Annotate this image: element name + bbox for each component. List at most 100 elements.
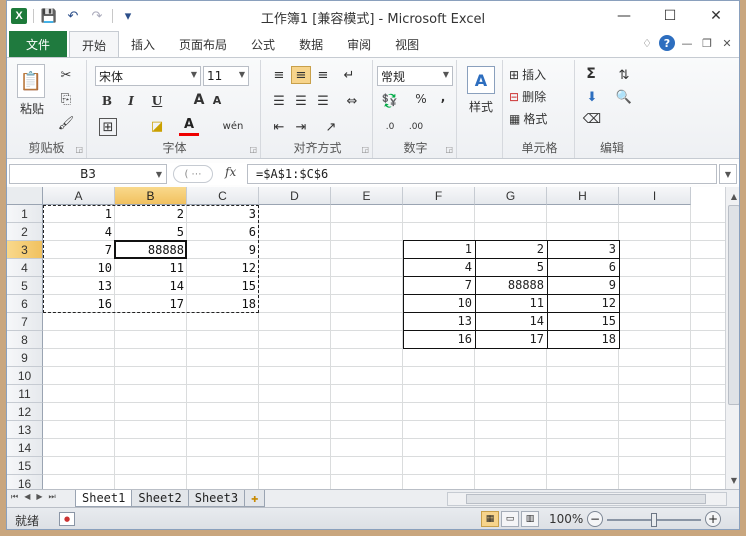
prev-sheet-icon[interactable]: ◀ <box>24 492 30 502</box>
align-middle-icon[interactable]: ≡ <box>291 66 311 84</box>
alignment-launcher-icon[interactable]: ◲ <box>361 145 369 154</box>
first-sheet-icon[interactable]: ⏮ <box>11 492 18 502</box>
zoom-out-button[interactable]: − <box>587 511 603 527</box>
align-top-icon[interactable]: ≡ <box>269 66 289 84</box>
cell-h8[interactable]: 18 <box>547 330 620 349</box>
clear-icon[interactable]: ⌫ <box>581 110 603 128</box>
workbook-close-icon[interactable]: ✕ <box>719 35 735 51</box>
comma-button[interactable]: , <box>435 90 451 104</box>
column-header-h[interactable]: H <box>547 187 619 205</box>
minimize-button[interactable]: — <box>601 1 647 31</box>
row-header-14[interactable]: 14 <box>7 439 43 457</box>
row-header-4[interactable]: 4 <box>7 259 43 277</box>
row-header-7[interactable]: 7 <box>7 313 43 331</box>
expand-formula-icon[interactable]: ▼ <box>719 164 737 184</box>
fill-icon[interactable]: ⬇ <box>581 88 603 106</box>
formula-bar-splitter[interactable]: ( ⋯ <box>173 165 213 183</box>
column-header-b[interactable]: B <box>115 187 187 205</box>
formula-input[interactable]: =$A$1:$C$6 <box>247 164 717 184</box>
help-icon[interactable]: ? <box>659 35 675 51</box>
vertical-scroll-thumb[interactable] <box>728 205 739 405</box>
cell-h4[interactable]: 6 <box>547 258 620 277</box>
sheet-tab-sheet3[interactable]: Sheet3 <box>187 490 246 507</box>
workbook-minimize-icon[interactable]: — <box>679 35 695 51</box>
bold-button[interactable]: B <box>99 94 115 108</box>
merge-center-icon[interactable]: ⇔ <box>339 92 365 110</box>
borders-icon[interactable]: ⊞ <box>99 118 117 136</box>
cell-h3[interactable]: 3 <box>547 240 620 259</box>
cell-g4[interactable]: 5 <box>475 258 548 277</box>
tab-home[interactable]: 开始 <box>69 31 120 58</box>
close-button[interactable]: ✕ <box>693 1 739 31</box>
scroll-down-icon[interactable]: ▼ <box>728 473 739 487</box>
cell-g8[interactable]: 17 <box>475 330 548 349</box>
cell-g3[interactable]: 2 <box>475 240 548 259</box>
normal-view-icon[interactable]: ▦ <box>481 511 499 527</box>
align-left-icon[interactable]: ☰ <box>269 92 289 110</box>
page-layout-view-icon[interactable]: ▭ <box>501 511 519 527</box>
cell-h6[interactable]: 12 <box>547 294 620 313</box>
cell-g6[interactable]: 11 <box>475 294 548 313</box>
autosum-button[interactable]: Σ <box>581 66 601 82</box>
cell-g5[interactable]: 88888 <box>475 276 548 295</box>
tab-file[interactable]: 文件 <box>9 31 67 57</box>
last-sheet-icon[interactable]: ⏭ <box>49 492 56 502</box>
macro-record-icon[interactable]: ● <box>59 512 75 526</box>
clipboard-launcher-icon[interactable]: ◲ <box>75 145 83 154</box>
insert-cells-button[interactable]: ⊞ 插入 <box>509 66 569 83</box>
fill-color-icon[interactable]: ◪ <box>147 116 167 136</box>
currency-icon[interactable]: 💱 <box>379 92 401 110</box>
tab-formulas[interactable]: 公式 <box>239 31 287 57</box>
next-sheet-icon[interactable]: ▶ <box>36 492 42 502</box>
workbook-restore-icon[interactable]: ❐ <box>699 35 715 51</box>
font-color-icon[interactable]: A <box>179 116 199 136</box>
cell-f7[interactable]: 13 <box>403 312 476 331</box>
delete-cells-button[interactable]: ⊟ 删除 <box>509 88 569 105</box>
column-header-c[interactable]: C <box>187 187 259 205</box>
font-launcher-icon[interactable]: ◲ <box>249 145 257 154</box>
grow-font-button[interactable]: A <box>191 92 207 108</box>
column-header-i[interactable]: I <box>619 187 691 205</box>
tab-insert[interactable]: 插入 <box>119 31 167 57</box>
row-header-16[interactable]: 16 <box>7 475 43 489</box>
paste-label[interactable]: 粘贴 <box>17 100 47 117</box>
active-cell-indicator[interactable] <box>114 240 187 259</box>
insert-function-icon[interactable]: fx <box>225 165 236 179</box>
format-painter-icon[interactable]: 🖌 <box>57 114 75 132</box>
cut-icon[interactable]: ✂ <box>57 66 75 84</box>
zoom-in-button[interactable]: + <box>705 511 721 527</box>
name-box[interactable]: B3 ▼ <box>9 164 167 184</box>
tab-page-layout[interactable]: 页面布局 <box>167 31 239 57</box>
page-break-view-icon[interactable]: ▥ <box>521 511 539 527</box>
cell-g7[interactable]: 14 <box>475 312 548 331</box>
decrease-decimal-icon[interactable]: .00 <box>405 118 427 136</box>
row-header-10[interactable]: 10 <box>7 367 43 385</box>
row-header-13[interactable]: 13 <box>7 421 43 439</box>
underline-button[interactable]: U <box>149 94 165 108</box>
cell-f8[interactable]: 16 <box>403 330 476 349</box>
collapse-ribbon-icon[interactable]: ♢ <box>639 35 655 51</box>
italic-button[interactable]: I <box>123 94 139 108</box>
align-bottom-icon[interactable]: ≡ <box>313 66 333 84</box>
align-center-icon[interactable]: ☰ <box>291 92 311 110</box>
cell-f3[interactable]: 1 <box>403 240 476 259</box>
row-header-12[interactable]: 12 <box>7 403 43 421</box>
align-right-icon[interactable]: ☰ <box>313 92 333 110</box>
format-cells-button[interactable]: ▦ 格式 <box>509 110 569 127</box>
sort-filter-icon[interactable]: ⇅ <box>613 66 635 84</box>
number-format-combo[interactable]: 常规 ▼ <box>377 66 453 86</box>
cell-f5[interactable]: 7 <box>403 276 476 295</box>
percent-button[interactable]: % <box>413 92 429 106</box>
row-header-3[interactable]: 3 <box>7 241 43 259</box>
tab-review[interactable]: 审阅 <box>335 31 383 57</box>
font-name-combo[interactable]: 宋体 ▼ <box>95 66 201 86</box>
cell-h5[interactable]: 9 <box>547 276 620 295</box>
row-header-1[interactable]: 1 <box>7 205 43 223</box>
column-header-d[interactable]: D <box>259 187 331 205</box>
styles-icon[interactable]: A <box>467 66 495 94</box>
row-header-6[interactable]: 6 <box>7 295 43 313</box>
cell-f6[interactable]: 10 <box>403 294 476 313</box>
zoom-level[interactable]: 100% <box>549 512 583 526</box>
worksheet-grid[interactable]: A B C D E F G H I 1 2 3 4 5 6 7 8 9 10 11 12 13 14 15 16 1 2 3 4 5 6 7 8… <box>7 187 725 489</box>
sheet-tab-sheet1[interactable]: Sheet1 <box>75 490 133 507</box>
